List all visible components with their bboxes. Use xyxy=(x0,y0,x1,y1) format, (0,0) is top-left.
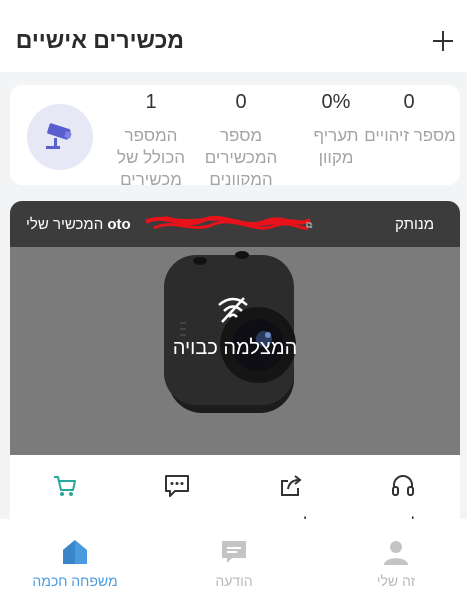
redaction-scribble xyxy=(145,215,311,230)
stats-card: 0 מספר זיהויים 0% תעריף מקוון 0 מספר המכ… xyxy=(10,85,460,185)
tab-label: זה שלי xyxy=(376,573,416,589)
stat-online-rate: 0% תעריף מקוון xyxy=(296,85,376,185)
add-device-button[interactable] xyxy=(428,26,458,56)
message-icon xyxy=(165,475,189,497)
security-camera-icon xyxy=(46,123,72,149)
device-name: oto המכשיר שלי xyxy=(26,216,131,233)
headset-icon xyxy=(392,475,414,496)
camera-avatar xyxy=(27,104,93,170)
home-icon xyxy=(63,540,87,564)
device-status: מנותק xyxy=(395,216,434,233)
stat-value: 0% xyxy=(321,91,351,113)
message-icon xyxy=(222,541,246,563)
device-card[interactable]: oto המכשיר שלי ⧉ מנותק המצלמה כבויה xyxy=(10,201,460,531)
page-title: מכשירים אישיים xyxy=(15,27,184,53)
device-name-prefix: oto xyxy=(107,216,131,233)
stat-online-devices: 0 מספר המכשירים המקוונים xyxy=(200,85,282,185)
device-name-suffix: המכשיר שלי xyxy=(26,216,108,233)
stat-label: תעריף מקוון xyxy=(313,126,359,167)
cart-icon xyxy=(54,476,76,496)
stat-value: 1 xyxy=(145,91,157,113)
plus-icon xyxy=(433,31,453,51)
bottom-tab-bar: זה שלי הודעה משפחה חכמה xyxy=(0,519,467,603)
stat-total-devices: 1 המספר הכולל של מכשירים xyxy=(110,85,192,185)
tab-messages[interactable]: הודעה xyxy=(174,537,294,589)
camera-preview[interactable]: המצלמה כבויה xyxy=(10,247,460,455)
share-icon xyxy=(281,475,302,496)
stat-detections: 0 מספר זיהויים xyxy=(364,85,460,185)
shared-marker-icon: ⧉ xyxy=(306,220,313,230)
camera-image xyxy=(164,251,296,413)
user-icon xyxy=(384,541,408,565)
tab-label: משפחה חכמה xyxy=(32,573,118,589)
stat-value: 0 xyxy=(235,91,247,113)
stat-label: מספר המכשירים המקוונים xyxy=(204,126,278,185)
tab-label: הודעה xyxy=(215,573,253,589)
camera-offline-label: המצלמה כבויה xyxy=(172,337,298,359)
stat-label: המספר הכולל של מכשירים xyxy=(116,126,186,185)
app-header: מכשירים אישיים xyxy=(0,0,467,72)
wifi-off-icon xyxy=(218,297,248,323)
tab-smart-family[interactable]: משפחה חכמה xyxy=(15,537,135,589)
device-header: oto המכשיר שלי ⧉ מנותק xyxy=(10,201,460,247)
tab-profile[interactable]: זה שלי xyxy=(336,537,456,589)
